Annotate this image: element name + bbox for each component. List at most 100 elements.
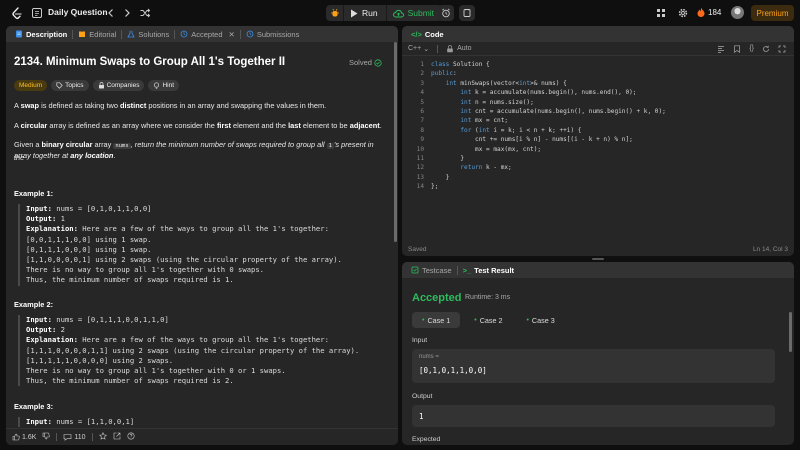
play-icon (351, 9, 358, 17)
premium-button[interactable]: Premium (751, 5, 794, 21)
code-text: int mx = cnt; (460, 117, 509, 125)
tab-test-result[interactable]: >_ Test Result (458, 262, 519, 278)
resize-handle[interactable] (592, 258, 604, 260)
code-line[interactable]: 2 public: (402, 69, 794, 78)
leetcode-logo[interactable] (10, 6, 24, 20)
topics-chip[interactable]: Topics (51, 80, 89, 91)
code-line[interactable]: 4 int k = accumulate(nums.begin(), nums.… (402, 88, 794, 97)
example-3-title: Example 3: (14, 402, 54, 411)
expected-label: Expected (412, 436, 441, 443)
code-line[interactable]: 5 int n = nums.size(); (402, 98, 794, 107)
input-box[interactable]: nums = [0,1,0,1,1,0,0] (412, 349, 775, 383)
close-icon[interactable]: ✕ (229, 30, 235, 39)
bookmark-icon[interactable] (733, 44, 741, 53)
cloud-upload-icon (392, 9, 404, 17)
scrollbar[interactable] (394, 42, 397, 242)
topics-label: Topics (65, 82, 84, 89)
tab-code[interactable]: </> Code (406, 26, 449, 42)
auto-mode-toggle[interactable]: Auto (446, 44, 472, 53)
solved-label: Solved (349, 58, 372, 67)
code-line[interactable]: 3 int minSwaps(vector<int>& nums) { (402, 79, 794, 88)
comment-icon (64, 434, 72, 441)
thumbs-up-icon (12, 433, 20, 441)
case-tab-1[interactable]: • Case 1 (412, 312, 461, 328)
code-line[interactable]: 9 cnt += nums[i % n] - nums[(i - k + n) … (402, 135, 794, 144)
code-line[interactable]: 14}; (402, 182, 794, 191)
notes-button[interactable] (459, 5, 475, 21)
scrollbar[interactable] (789, 312, 792, 352)
problem-title[interactable]: 2134. Minimum Swaps to Group All 1's Tog… (14, 56, 285, 68)
test-result-panel: Testcase >_ Test Result Accepted Runtime… (402, 262, 794, 445)
companies-chip[interactable]: Companies (92, 80, 145, 91)
fire-icon (697, 7, 705, 17)
code-text: public: (431, 70, 457, 78)
timer-button[interactable] (438, 5, 454, 21)
shuffle-icon[interactable] (139, 7, 151, 19)
reset-icon[interactable] (762, 45, 770, 53)
problem-description: 2134. Minimum Swaps to Group All 1's Tog… (14, 42, 384, 428)
code-line[interactable]: 1 class Solution { (402, 60, 794, 69)
output-box[interactable]: 1 (412, 405, 775, 427)
dislike-button[interactable] (42, 432, 51, 442)
pass-dot: • (422, 316, 425, 324)
code-text: class Solution { (431, 61, 490, 68)
tag-icon (56, 82, 63, 89)
terminal-icon: >_ (462, 265, 472, 275)
tab-description-label: Description (26, 29, 68, 39)
tab-description[interactable]: Description (10, 26, 72, 42)
code-text: mx = max(mx, cnt); (431, 145, 542, 153)
gear-icon[interactable] (677, 7, 689, 19)
tab-editorial[interactable]: Editorial (73, 26, 121, 42)
chevron-right-icon[interactable] (121, 7, 133, 19)
tab-testcase[interactable]: Testcase (406, 262, 457, 278)
chevron-left-icon[interactable] (105, 7, 117, 19)
code-text: for (int i = k; i < n + k; ++i) { (460, 126, 582, 134)
code-tab-bar: </> Code (402, 26, 794, 42)
hint-chip[interactable]: Hint (148, 80, 180, 91)
code-line[interactable]: 11 } (402, 154, 794, 163)
format-icon[interactable] (717, 45, 725, 53)
case-tab-3[interactable]: • Case 3 (516, 312, 564, 328)
tab-solutions[interactable]: Solutions (122, 26, 174, 42)
streak-counter[interactable]: 184 (697, 7, 721, 17)
star-icon[interactable] (98, 431, 107, 442)
comments-button[interactable]: 110 (63, 433, 86, 441)
hint-label: Hint (162, 82, 175, 89)
example-1-block: Input: nums = [0,1,0,1,1,0,0] Output: 1 … (18, 204, 378, 286)
comments-count: 110 (74, 433, 86, 441)
cursor-position: Ln 14, Col 3 (752, 245, 788, 253)
share-icon[interactable] (113, 432, 121, 442)
tab-code-label: Code (424, 29, 444, 39)
daily-question-title[interactable]: Daily Question (48, 7, 108, 17)
braces-icon[interactable]: {} (749, 45, 754, 53)
code-editor[interactable]: 1 class Solution {2 public: 3 int minSwaps(… (402, 60, 794, 240)
code-line[interactable]: 13 } (402, 173, 794, 182)
line-number: 13 (416, 173, 424, 181)
check-circle-icon (374, 58, 382, 67)
toolbar-divider (437, 44, 439, 53)
submit-button[interactable]: Submit (387, 5, 442, 21)
difficulty-badge[interactable]: Medium (14, 80, 48, 91)
code-line[interactable]: 6 int cnt = accumulate(nums.begin(), num… (402, 107, 794, 116)
code-text: return k - mx; (460, 164, 512, 172)
code-line[interactable]: 7 int mx = cnt; (402, 116, 794, 125)
avatar[interactable] (731, 6, 744, 19)
case-tab-label: Case 1 (427, 315, 451, 325)
case-tab-2[interactable]: • Case 2 (464, 312, 512, 328)
code-text: }; (431, 183, 439, 191)
code-line[interactable]: 8 for (int i = k; i < n + k; ++i) { (402, 126, 794, 135)
tab-accepted[interactable]: Accepted ✕ (175, 26, 240, 42)
line-number: 11 (416, 155, 424, 162)
problem-list-icon[interactable] (31, 7, 43, 19)
code-line[interactable]: 12 return k - mx; (402, 163, 794, 172)
line-number: 8 (420, 126, 424, 134)
debug-button[interactable] (326, 5, 344, 21)
help-icon[interactable] (127, 432, 135, 442)
tab-submissions[interactable]: Submissions (241, 26, 305, 42)
like-button[interactable]: 1.6K (12, 433, 36, 441)
run-button[interactable]: Run (344, 5, 387, 21)
maximize-icon[interactable] (778, 45, 786, 53)
code-line[interactable]: 10 mx = max(mx, cnt); (402, 145, 794, 154)
language-select[interactable]: C++ ⌄ (408, 45, 429, 53)
grid-icon[interactable] (655, 7, 667, 19)
